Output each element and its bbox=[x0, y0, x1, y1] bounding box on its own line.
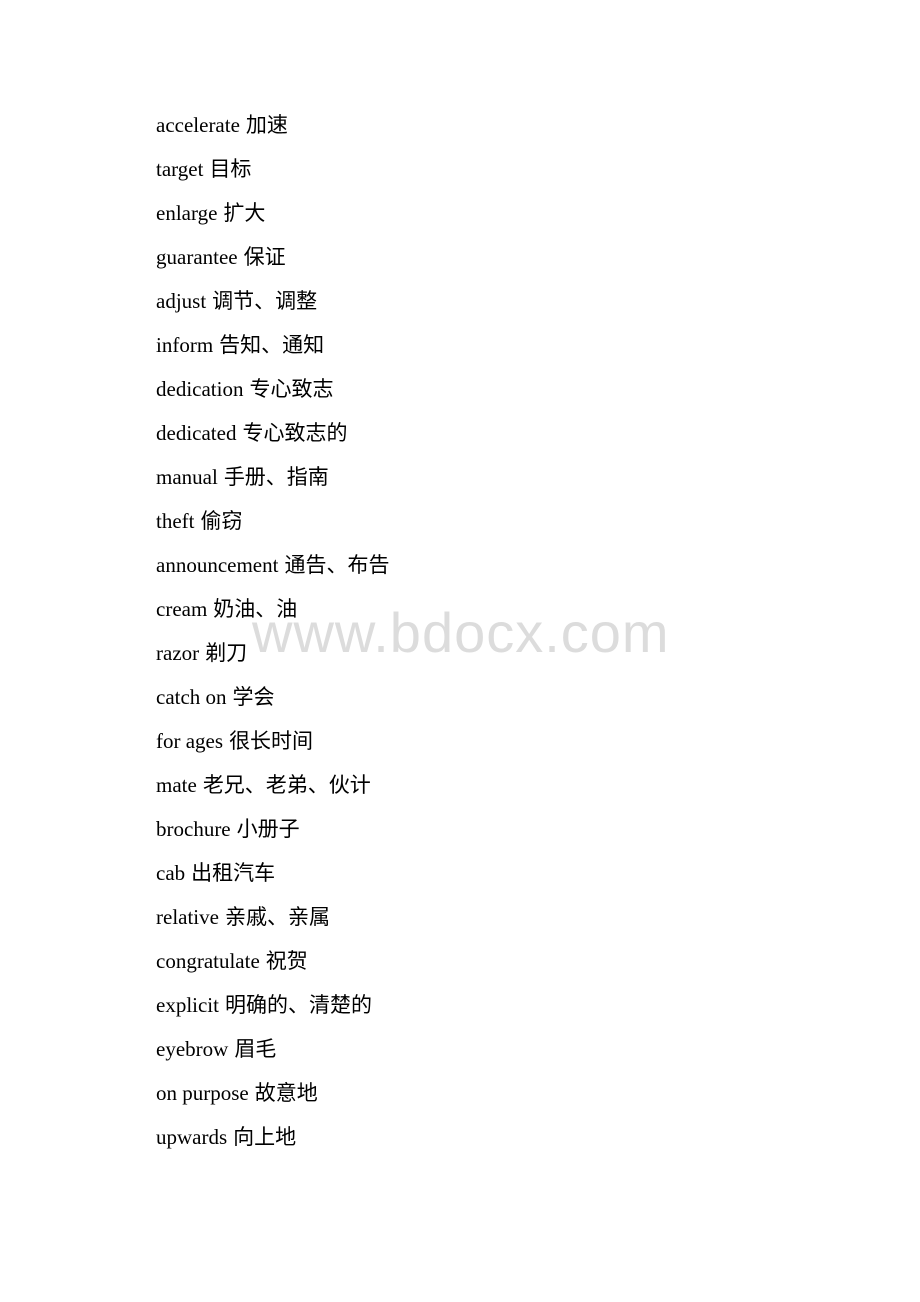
chinese-meaning: 通告、布告 bbox=[284, 553, 390, 577]
english-term: mate bbox=[156, 773, 197, 797]
vocab-entry: cab 出租汽车 bbox=[156, 858, 389, 902]
vocab-entry: dedicated 专心致志的 bbox=[156, 418, 389, 462]
chinese-meaning: 加速 bbox=[245, 113, 288, 137]
english-term: razor bbox=[156, 641, 200, 665]
english-term: guarantee bbox=[156, 245, 238, 269]
english-term: relative bbox=[156, 905, 219, 929]
english-term: for ages bbox=[156, 729, 224, 753]
vocab-entry: target 目标 bbox=[156, 154, 389, 198]
vocab-entry: inform 告知、通知 bbox=[156, 330, 389, 374]
chinese-meaning: 偷窃 bbox=[200, 509, 243, 533]
english-term: brochure bbox=[156, 817, 231, 841]
english-term: enlarge bbox=[156, 201, 218, 225]
vocab-entry: theft 偷窃 bbox=[156, 506, 389, 550]
chinese-meaning: 剃刀 bbox=[205, 641, 248, 665]
chinese-meaning: 专心致志 bbox=[249, 377, 334, 401]
chinese-meaning: 告知、通知 bbox=[219, 333, 325, 357]
english-term: on purpose bbox=[156, 1081, 249, 1105]
english-term: eyebrow bbox=[156, 1037, 229, 1061]
vocab-entry: manual 手册、指南 bbox=[156, 462, 389, 506]
english-term: announcement bbox=[156, 553, 279, 577]
vocab-entry: for ages 很长时间 bbox=[156, 726, 389, 770]
chinese-meaning: 目标 bbox=[209, 157, 252, 181]
english-term: cab bbox=[156, 861, 186, 885]
english-term: manual bbox=[156, 465, 218, 489]
english-term: target bbox=[156, 157, 204, 181]
chinese-meaning: 亲戚、亲属 bbox=[224, 905, 330, 929]
chinese-meaning: 小册子 bbox=[236, 817, 300, 841]
chinese-meaning: 调节、调整 bbox=[212, 289, 318, 313]
chinese-meaning: 老兄、老弟、伙计 bbox=[202, 773, 371, 797]
chinese-meaning: 向上地 bbox=[233, 1125, 297, 1149]
vocab-entry: dedication 专心致志 bbox=[156, 374, 389, 418]
chinese-meaning: 出租汽车 bbox=[191, 861, 276, 885]
vocab-entry: catch on 学会 bbox=[156, 682, 389, 726]
vocab-entry: guarantee 保证 bbox=[156, 242, 389, 286]
chinese-meaning: 祝贺 bbox=[265, 949, 308, 973]
vocab-entry: upwards 向上地 bbox=[156, 1122, 389, 1166]
vocab-entry: accelerate 加速 bbox=[156, 110, 389, 154]
vocab-entry: explicit 明确的、清楚的 bbox=[156, 990, 389, 1034]
english-term: dedicated bbox=[156, 421, 237, 445]
english-term: catch on bbox=[156, 685, 227, 709]
vocab-entry: adjust 调节、调整 bbox=[156, 286, 389, 330]
chinese-meaning: 手册、指南 bbox=[223, 465, 329, 489]
chinese-meaning: 故意地 bbox=[254, 1081, 318, 1105]
vocab-entry: brochure 小册子 bbox=[156, 814, 389, 858]
english-term: cream bbox=[156, 597, 208, 621]
chinese-meaning: 眉毛 bbox=[234, 1037, 277, 1061]
document-page: accelerate 加速 target 目标 enlarge 扩大 guarante… bbox=[0, 0, 920, 1302]
vocab-entry: mate 老兄、老弟、伙计 bbox=[156, 770, 389, 814]
vocab-entry: eyebrow 眉毛 bbox=[156, 1034, 389, 1078]
chinese-meaning: 明确的、清楚的 bbox=[224, 993, 372, 1017]
vocab-entry: congratulate 祝贺 bbox=[156, 946, 389, 990]
chinese-meaning: 扩大 bbox=[223, 201, 266, 225]
vocab-entry: announcement 通告、布告 bbox=[156, 550, 389, 594]
chinese-meaning: 很长时间 bbox=[229, 729, 314, 753]
english-term: adjust bbox=[156, 289, 207, 313]
vocabulary-list: accelerate 加速 target 目标 enlarge 扩大 guarante… bbox=[156, 110, 389, 1166]
vocab-entry: razor 剃刀 bbox=[156, 638, 389, 682]
english-term: explicit bbox=[156, 993, 219, 1017]
chinese-meaning: 保证 bbox=[243, 245, 286, 269]
english-term: accelerate bbox=[156, 113, 240, 137]
vocab-entry: cream 奶油、油 bbox=[156, 594, 389, 638]
english-term: dedication bbox=[156, 377, 244, 401]
vocab-entry: relative 亲戚、亲属 bbox=[156, 902, 389, 946]
chinese-meaning: 专心致志的 bbox=[242, 421, 348, 445]
vocab-entry: enlarge 扩大 bbox=[156, 198, 389, 242]
english-term: inform bbox=[156, 333, 214, 357]
chinese-meaning: 奶油、油 bbox=[213, 597, 298, 621]
english-term: theft bbox=[156, 509, 195, 533]
english-term: congratulate bbox=[156, 949, 260, 973]
vocab-entry: on purpose 故意地 bbox=[156, 1078, 389, 1122]
english-term: upwards bbox=[156, 1125, 228, 1149]
chinese-meaning: 学会 bbox=[232, 685, 275, 709]
